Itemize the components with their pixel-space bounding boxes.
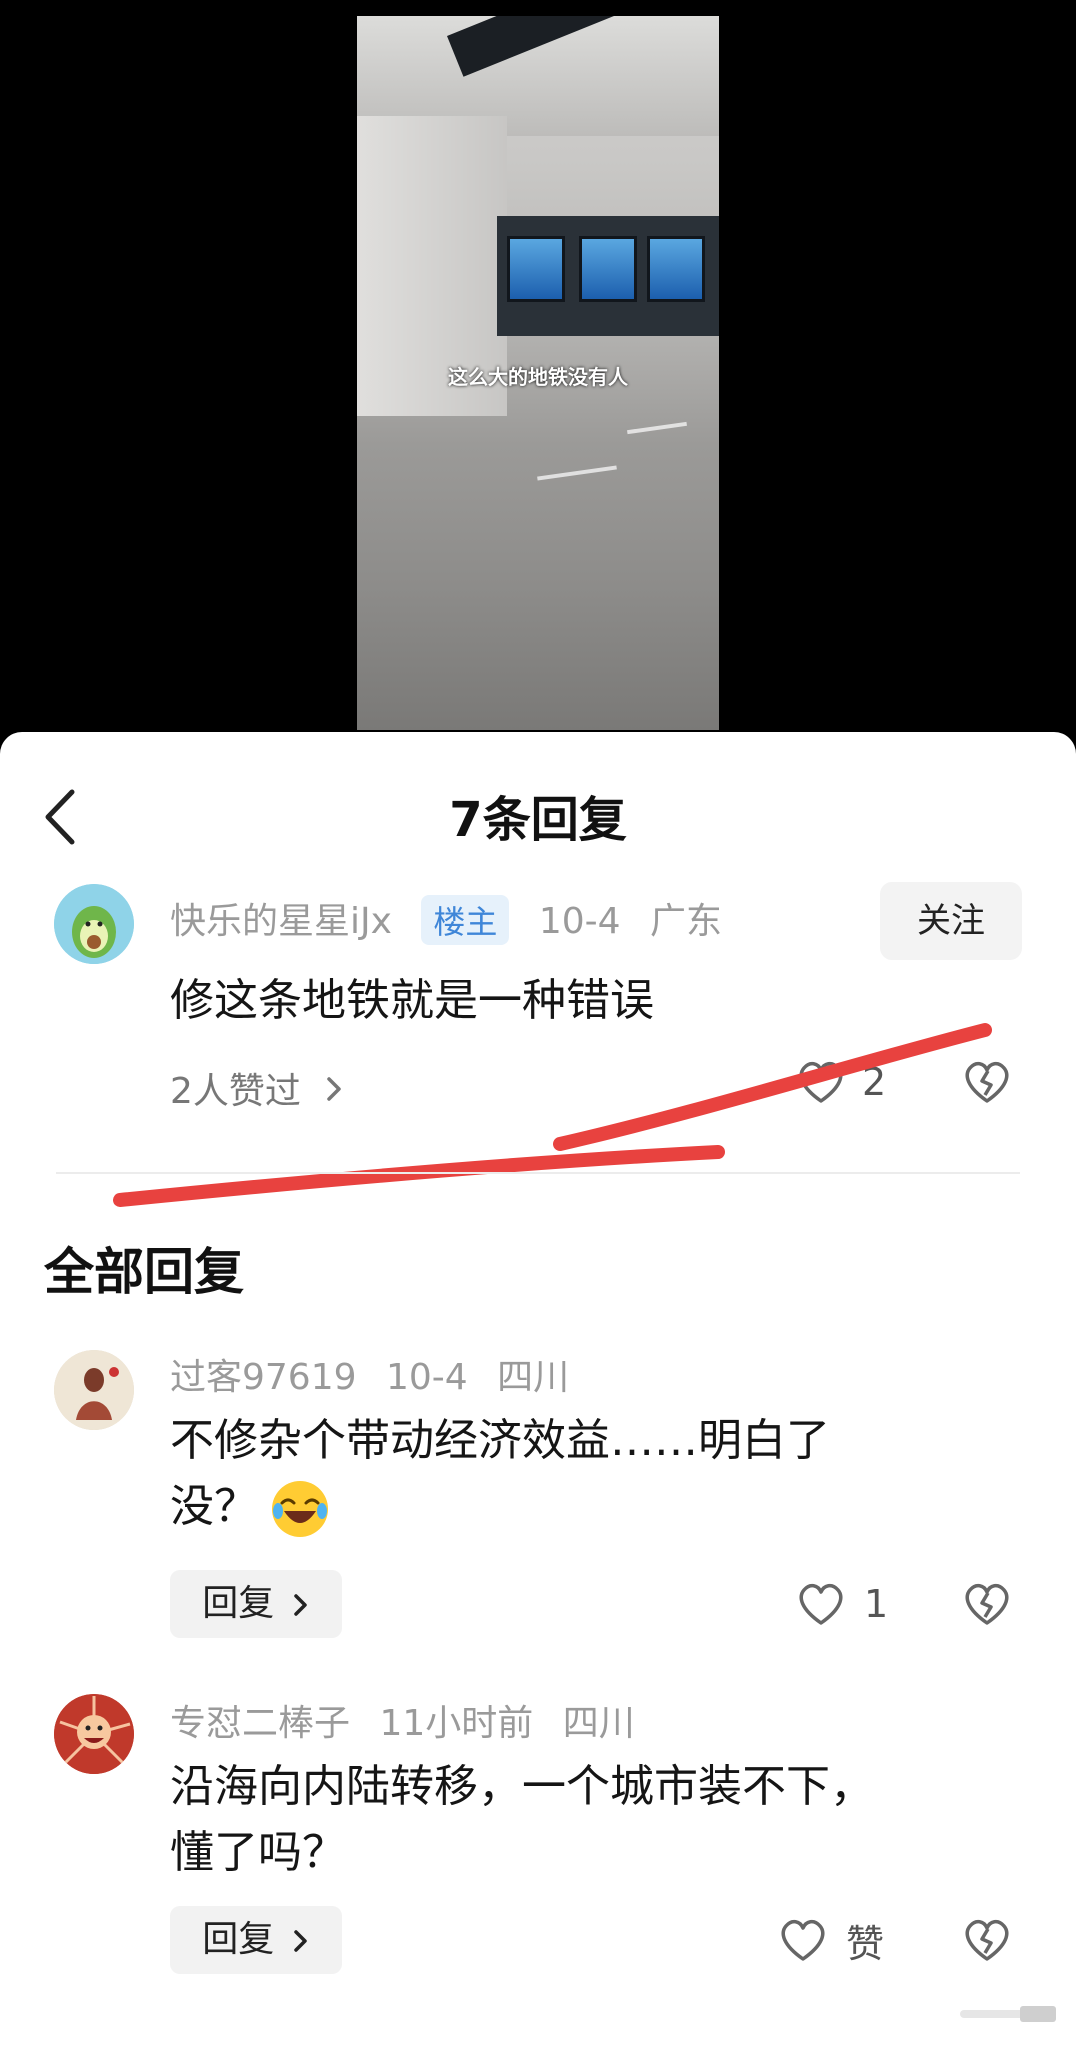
username[interactable]: 快乐的星星iJx	[170, 901, 392, 942]
heart-icon	[799, 1583, 843, 1625]
section-title: 全部回复	[44, 1243, 244, 1301]
video-floor-light	[627, 421, 687, 435]
reply-text-end: 没？	[170, 1481, 258, 1532]
like-button[interactable]: 赞	[778, 1910, 884, 1970]
video-floor-light	[537, 465, 617, 481]
comment-date: 10-4	[538, 901, 621, 942]
reply-text-line: 没？	[170, 1474, 830, 1541]
avatar[interactable]	[54, 1694, 134, 1774]
reply-text: 沿海向内陆转移，一个城市装不下， 懂了吗？	[170, 1754, 874, 1886]
follow-button[interactable]: 关注	[880, 882, 1022, 960]
reply-meta: 过客97619 10-4 四川	[170, 1348, 587, 1400]
broken-heart-icon	[965, 1919, 1009, 1961]
avatar[interactable]	[54, 1350, 134, 1430]
dislike-button[interactable]	[962, 1910, 1012, 1970]
like-count: 1	[864, 1582, 889, 1626]
reply-location: 四川	[562, 1703, 635, 1744]
comment-location: 广东	[650, 901, 723, 942]
chevron-right-icon	[293, 1930, 307, 1952]
video-caption: 这么大的地铁没有人	[448, 365, 628, 389]
reply-button-label: 回复	[202, 1583, 275, 1624]
reply-location: 四川	[497, 1357, 570, 1398]
like-label: 赞	[846, 1921, 885, 1966]
red-annotation-strokes	[113, 1023, 992, 1207]
username[interactable]: 过客97619	[170, 1357, 357, 1398]
reply-text-line: 沿海向内陆转移，一个城市装不下，	[170, 1761, 874, 1812]
page-title: 7条回复	[449, 792, 627, 848]
like-button[interactable]: 1	[796, 1574, 888, 1634]
chevron-right-icon	[293, 1594, 307, 1616]
laughing-emoji-icon	[272, 1481, 328, 1537]
reply-date: 10-4	[385, 1357, 468, 1398]
author-badge: 楼主	[421, 895, 510, 945]
reply-button[interactable]: 回复	[170, 1570, 342, 1638]
video-player[interactable]: 这么大的地铁没有人	[0, 0, 1076, 760]
reply-text: 不修杂个带动经济效益……明白了 没？	[170, 1408, 830, 1541]
broken-heart-icon	[965, 1583, 1009, 1625]
reply-sheet: 7条回复 快乐的星星iJx 楼主 10-4 广东 关注 修这条地铁就是一种错误 …	[0, 732, 1076, 2048]
reply-text-line: 不修杂个带动经济效益……明白了	[170, 1415, 830, 1466]
comment-meta: 快乐的星星iJx 楼主 10-4 广东	[170, 892, 740, 945]
video-screen	[647, 236, 705, 302]
reply-date: 11小时前	[379, 1703, 534, 1744]
heart-icon	[781, 1919, 825, 1961]
avatar[interactable]	[54, 884, 134, 964]
watermark-icon	[960, 2006, 1056, 2022]
reply-button[interactable]: 回复	[170, 1906, 342, 1974]
video-screen	[507, 236, 565, 302]
cartoon-avatar-icon	[54, 1694, 134, 1774]
divider	[56, 1172, 1020, 1174]
dislike-button[interactable]	[962, 1574, 1012, 1634]
video-screen	[579, 236, 637, 302]
username[interactable]: 专怼二棒子	[170, 1703, 350, 1744]
reply-text-line: 懂了吗？	[170, 1827, 346, 1878]
avocado-avatar-icon	[54, 884, 134, 964]
reply-button-label: 回复	[202, 1919, 275, 1960]
reply-meta: 专怼二棒子 11小时前 四川	[170, 1694, 653, 1746]
ink-figure-avatar-icon	[54, 1350, 134, 1430]
video-frame[interactable]: 这么大的地铁没有人	[357, 16, 719, 730]
